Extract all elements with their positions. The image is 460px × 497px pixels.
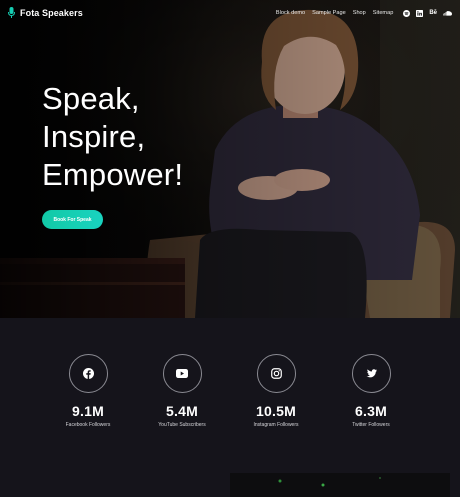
stat-value: 5.4M (166, 403, 198, 419)
stat-twitter: 6.3M Twitter Followers (326, 354, 416, 428)
stat-value: 9.1M (72, 403, 104, 419)
nav-link-sitemap[interactable]: Sitemap (373, 10, 394, 16)
stat-label: YouTube Subscribers (158, 422, 206, 428)
book-for-speak-button[interactable]: Book For Speak (42, 210, 103, 229)
stat-facebook: 9.1M Facebook Followers (43, 354, 133, 428)
preview-image (230, 473, 450, 497)
header-social-links: Bē (403, 9, 452, 17)
stat-youtube: 5.4M YouTube Subscribers (137, 354, 227, 428)
headline-line-2: Inspire, (42, 118, 146, 154)
social-stats-section: 9.1M Facebook Followers 5.4M YouTube Sub… (0, 318, 460, 473)
facebook-icon[interactable] (68, 354, 108, 393)
twitter-icon[interactable] (351, 354, 391, 393)
brand-logo[interactable]: Fota Speakers (8, 7, 83, 18)
stat-label: Facebook Followers (65, 422, 111, 428)
stat-label: Twitter Followers (352, 422, 390, 428)
stat-value: 6.3M (355, 403, 387, 419)
next-section-preview (0, 473, 460, 497)
instagram-icon[interactable] (256, 354, 296, 393)
stat-value: 10.5M (256, 403, 296, 419)
stat-instagram: 10.5M Instagram Followers (231, 354, 321, 428)
nav-link-block-demo[interactable]: Block demo (276, 10, 305, 16)
youtube-icon[interactable] (162, 354, 202, 393)
soundcloud-icon[interactable] (443, 9, 452, 17)
microphone-icon (8, 7, 15, 18)
spotify-icon[interactable] (403, 9, 411, 17)
top-navigation-bar: Fota Speakers Block demo Sample Page Sho… (0, 0, 460, 28)
hero-headline: Speak, Inspire, Empower! (42, 80, 183, 193)
main-nav: Block demo Sample Page Shop Sitemap Bē (276, 9, 452, 17)
brand-name: Fota Speakers (20, 7, 83, 18)
hero-section: Fota Speakers Block demo Sample Page Sho… (0, 0, 460, 318)
behance-icon[interactable]: Bē (429, 9, 437, 17)
linkedin-icon[interactable] (416, 9, 424, 17)
nav-link-shop[interactable]: Shop (353, 10, 366, 16)
stat-label: Instagram Followers (253, 422, 299, 428)
headline-line-1: Speak, (42, 81, 140, 116)
nav-link-sample-page[interactable]: Sample Page (312, 10, 346, 16)
headline-line-3: Empower! (42, 156, 184, 192)
